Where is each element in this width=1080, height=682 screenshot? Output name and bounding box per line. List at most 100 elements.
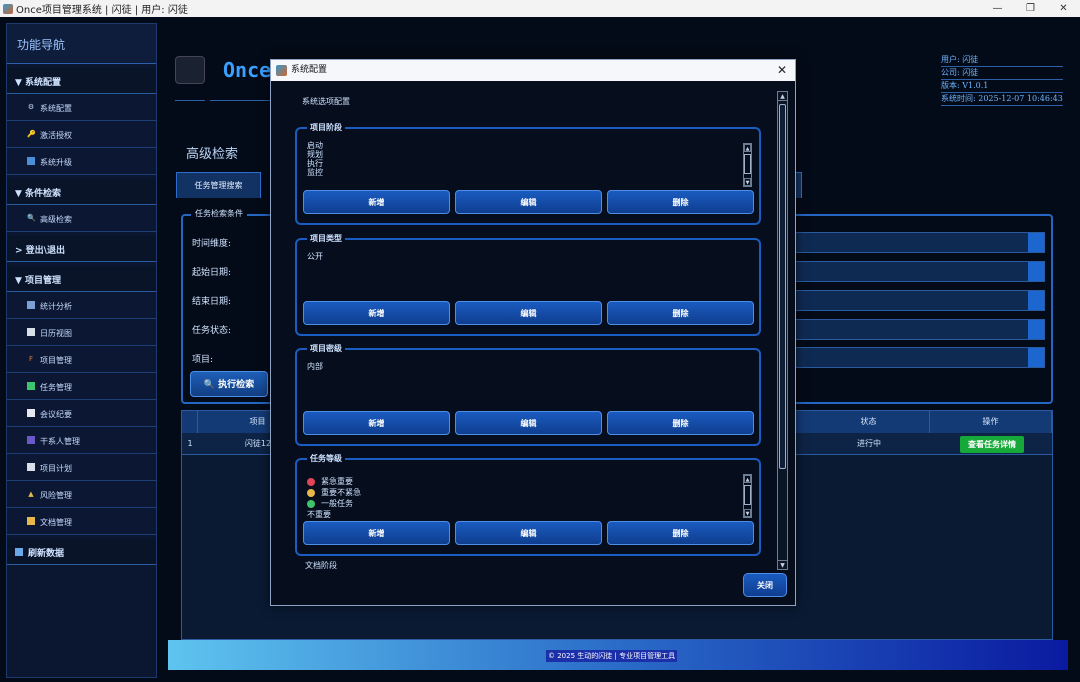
- sidebar-title: 功能导航: [7, 24, 156, 64]
- nav-group-search[interactable]: ▼ 条件检索: [7, 179, 156, 205]
- phase-list[interactable]: 启动 规划 执行 监控: [307, 141, 323, 177]
- scroll-down-icon[interactable]: ▼: [778, 560, 787, 569]
- view-task-details-button[interactable]: 查看任务详情: [960, 436, 1024, 453]
- project-select[interactable]: [795, 347, 1045, 368]
- sidebar-item-plan[interactable]: 项目计划: [7, 455, 156, 481]
- list-scrollbar[interactable]: ▲ ▼: [743, 474, 752, 518]
- version-label: 版本: V1.0.1: [941, 80, 1063, 93]
- task-status-select[interactable]: [795, 319, 1045, 340]
- delete-button[interactable]: 删除: [607, 521, 754, 545]
- memo-icon: [27, 409, 35, 417]
- sidebar-item-task-mgmt[interactable]: 任务管理: [7, 374, 156, 400]
- project-icon: F: [28, 355, 34, 363]
- list-scrollbar[interactable]: ▲ ▼: [743, 143, 752, 187]
- edit-button[interactable]: 编辑: [455, 411, 602, 435]
- tab-task-search[interactable]: 任务管理搜索: [176, 172, 261, 198]
- sidebar-item-calendar[interactable]: 日历视图: [7, 320, 156, 346]
- nav-group-project[interactable]: ▼ 项目管理: [7, 266, 156, 292]
- list-item[interactable]: 监控: [307, 168, 323, 177]
- refresh-data-button[interactable]: 刷新数据: [7, 539, 156, 565]
- list-item[interactable]: 规划: [307, 150, 323, 159]
- list-item[interactable]: 公开: [307, 252, 323, 261]
- minimize-icon[interactable]: —: [981, 0, 1014, 17]
- task-level-list[interactable]: 紧急重要 重要不紧急 一般任务 不重要: [307, 476, 361, 520]
- row-status: 进行中: [857, 439, 881, 448]
- delete-button[interactable]: 删除: [607, 301, 754, 325]
- system-time: 系统时间: 2025-12-07 10:46:43: [941, 93, 1063, 106]
- sidebar-item-project-mgmt[interactable]: F 项目管理: [7, 347, 156, 373]
- yellow-dot-icon: [307, 488, 315, 497]
- chart-icon: [27, 301, 35, 309]
- list-item[interactable]: 内部: [307, 362, 323, 371]
- time-dimension-select[interactable]: [795, 232, 1045, 253]
- end-date-input[interactable]: [795, 290, 1045, 311]
- red-dot-icon: [307, 477, 315, 486]
- sidebar-item-system-config[interactable]: ⚙ 系统配置: [7, 95, 156, 121]
- edit-button[interactable]: 编辑: [455, 521, 602, 545]
- nav-group-logout[interactable]: > 登出\退出: [7, 236, 156, 262]
- label-end-date: 结束日期:: [192, 297, 232, 307]
- nav-group-system[interactable]: ▼ 系统配置: [7, 68, 156, 94]
- list-item[interactable]: 启动: [307, 141, 323, 150]
- type-list[interactable]: 公开: [307, 252, 323, 261]
- list-item[interactable]: 重要不紧急: [307, 487, 361, 498]
- edit-button[interactable]: 编辑: [455, 301, 602, 325]
- upgrade-icon: [27, 157, 35, 165]
- group-project-type: 项目类型 公开 新增 编辑 删除: [295, 233, 761, 336]
- add-button[interactable]: 新增: [303, 411, 450, 435]
- list-item[interactable]: 不重要: [307, 509, 361, 520]
- dialog-title: 系统配置: [291, 65, 328, 75]
- user-info: 用户: 闪徒 公司: 闪徒 版本: V1.0.1 系统时间: 2025-12-0…: [941, 54, 1063, 106]
- scroll-up-icon[interactable]: ▲: [778, 92, 787, 101]
- start-date-input[interactable]: [795, 261, 1045, 282]
- footer-bar: © 2025 生动的闪徒 | 专业项目管理工具: [168, 640, 1068, 670]
- sidebar: 功能导航 ▼ 系统配置 ⚙ 系统配置 🔑 激活授权 系统升级 ▼ 条件检索 🔍 高级检…: [6, 23, 157, 678]
- sidebar-item-activation[interactable]: 🔑 激活授权: [7, 122, 156, 148]
- group-task-level: 任务等级 紧急重要 重要不紧急 一般任务 不重要 ▲ ▼ 新增 编辑 删除: [295, 453, 761, 556]
- list-item[interactable]: 执行: [307, 159, 323, 168]
- row-index: 1: [187, 439, 193, 448]
- add-button[interactable]: 新增: [303, 190, 450, 214]
- sidebar-item-upgrade[interactable]: 系统升级: [7, 149, 156, 175]
- green-dot-icon: [307, 499, 315, 508]
- add-button[interactable]: 新增: [303, 521, 450, 545]
- warning-icon: ▲: [28, 490, 34, 498]
- list-item[interactable]: 一般任务: [307, 498, 361, 509]
- sidebar-item-meeting[interactable]: 会议纪要: [7, 401, 156, 427]
- label-time-dimension: 时间维度:: [192, 239, 232, 249]
- plan-icon: [27, 463, 35, 471]
- header-divider: [210, 100, 270, 101]
- close-icon[interactable]: ✕: [777, 60, 787, 81]
- table-header-index: [182, 411, 198, 433]
- calendar-icon: [27, 328, 35, 336]
- sidebar-item-stakeholder[interactable]: 干系人管理: [7, 428, 156, 454]
- list-item[interactable]: 紧急重要: [307, 476, 361, 487]
- dialog-scrollbar[interactable]: ▲ ▼: [777, 91, 788, 570]
- search-icon: 🔍: [27, 214, 36, 222]
- maximize-icon[interactable]: ❐: [1014, 0, 1047, 17]
- delete-button[interactable]: 删除: [607, 411, 754, 435]
- edit-button[interactable]: 编辑: [455, 190, 602, 214]
- sidebar-item-statistics[interactable]: 统计分析: [7, 293, 156, 319]
- add-button[interactable]: 新增: [303, 301, 450, 325]
- label-task-status: 任务状态:: [192, 326, 232, 336]
- search-icon: 🔍: [203, 380, 219, 390]
- refresh-icon: [15, 548, 23, 556]
- sidebar-item-risk[interactable]: ▲ 风险管理: [7, 482, 156, 508]
- sidebar-item-docs[interactable]: 文档管理: [7, 509, 156, 535]
- scroll-thumb[interactable]: [779, 104, 786, 469]
- group-legend: 任务等级: [307, 453, 345, 464]
- options-legend: 系统选项配置: [299, 96, 353, 107]
- execute-search-button[interactable]: 🔍 执行检索: [190, 371, 268, 397]
- secrecy-list[interactable]: 内部: [307, 362, 323, 371]
- close-button[interactable]: 关闭: [743, 573, 787, 597]
- logo-text: Once: [223, 58, 272, 82]
- people-icon: [27, 436, 35, 444]
- close-window-icon[interactable]: ✕: [1047, 0, 1080, 17]
- delete-button[interactable]: 删除: [607, 190, 754, 214]
- user-label: 用户: 闪徒: [941, 54, 1063, 67]
- sidebar-item-advanced-search[interactable]: 🔍 高级检索: [7, 206, 156, 232]
- group-legend: 项目类型: [307, 233, 345, 244]
- key-icon: 🔑: [27, 130, 36, 138]
- dialog-titlebar: 系统配置 ✕: [271, 60, 795, 81]
